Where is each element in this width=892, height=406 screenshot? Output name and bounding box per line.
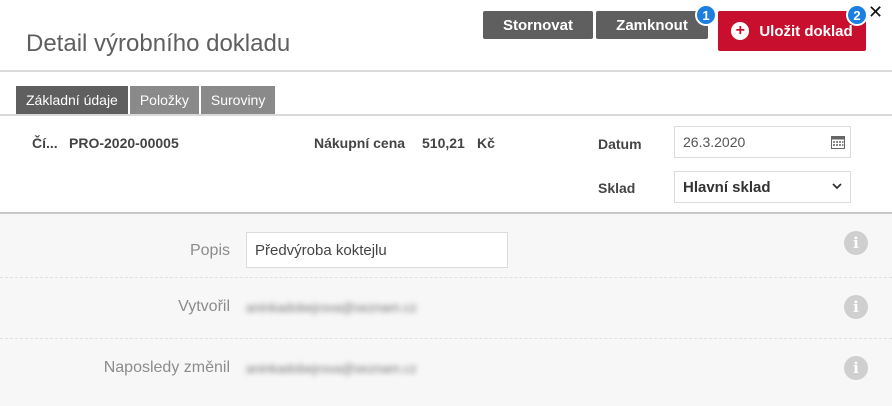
info-icon[interactable]: i [844,356,868,380]
page-title: Detail výrobního dokladu [26,30,291,57]
info-icon[interactable]: i [844,231,868,255]
close-icon[interactable]: ✕ [868,2,883,23]
description-label: Popis [189,242,230,259]
step-badge-1: 1 [695,4,717,26]
step-badge-2: 2 [846,4,868,26]
date-value: 26.3.2020 [683,134,746,150]
chevron-down-icon [832,180,842,194]
row-divider [0,277,892,278]
info-icon[interactable]: i [844,295,868,319]
tab-bar: Základní údaje Položky Suroviny [16,86,276,114]
save-document-label: Uložit doklad [759,22,853,40]
warehouse-value: Hlavní sklad [683,178,771,196]
plus-circle-icon: + [731,22,750,40]
save-document-button[interactable]: + Uložit doklad [718,11,866,51]
description-input[interactable]: Předvýroba koktejlu [246,232,508,268]
cancel-button[interactable]: Stornovat [483,11,593,39]
row-divider [0,338,892,339]
warehouse-label: Sklad [598,180,636,196]
tab-basic-info[interactable]: Základní údaje [16,86,128,114]
date-label: Datum [598,136,642,152]
lock-button[interactable]: Zamknout [596,11,708,39]
document-number: PRO-2020-00005 [69,135,179,151]
last-modified-value: aninkadobejrova@seznam.cz [246,361,417,376]
purchase-price-value: 510,21 [422,135,465,151]
calendar-icon[interactable] [826,127,850,157]
date-field[interactable]: 26.3.2020 [674,126,851,158]
tab-raw-materials[interactable]: Suroviny [200,86,276,114]
purchase-price-currency: Kč [477,135,495,151]
purchase-price-label: Nákupní cena [314,135,406,151]
last-modified-label: Naposledy změnil [103,359,230,376]
tab-items[interactable]: Položky [129,86,199,114]
tabs-divider [0,114,892,116]
document-number-label: Čí... [32,135,58,151]
created-by-value: aninkadobejrova@seznam.cz [246,300,417,315]
warehouse-select[interactable]: Hlavní sklad [674,171,851,203]
created-by-label: Vytvořil [178,298,230,315]
